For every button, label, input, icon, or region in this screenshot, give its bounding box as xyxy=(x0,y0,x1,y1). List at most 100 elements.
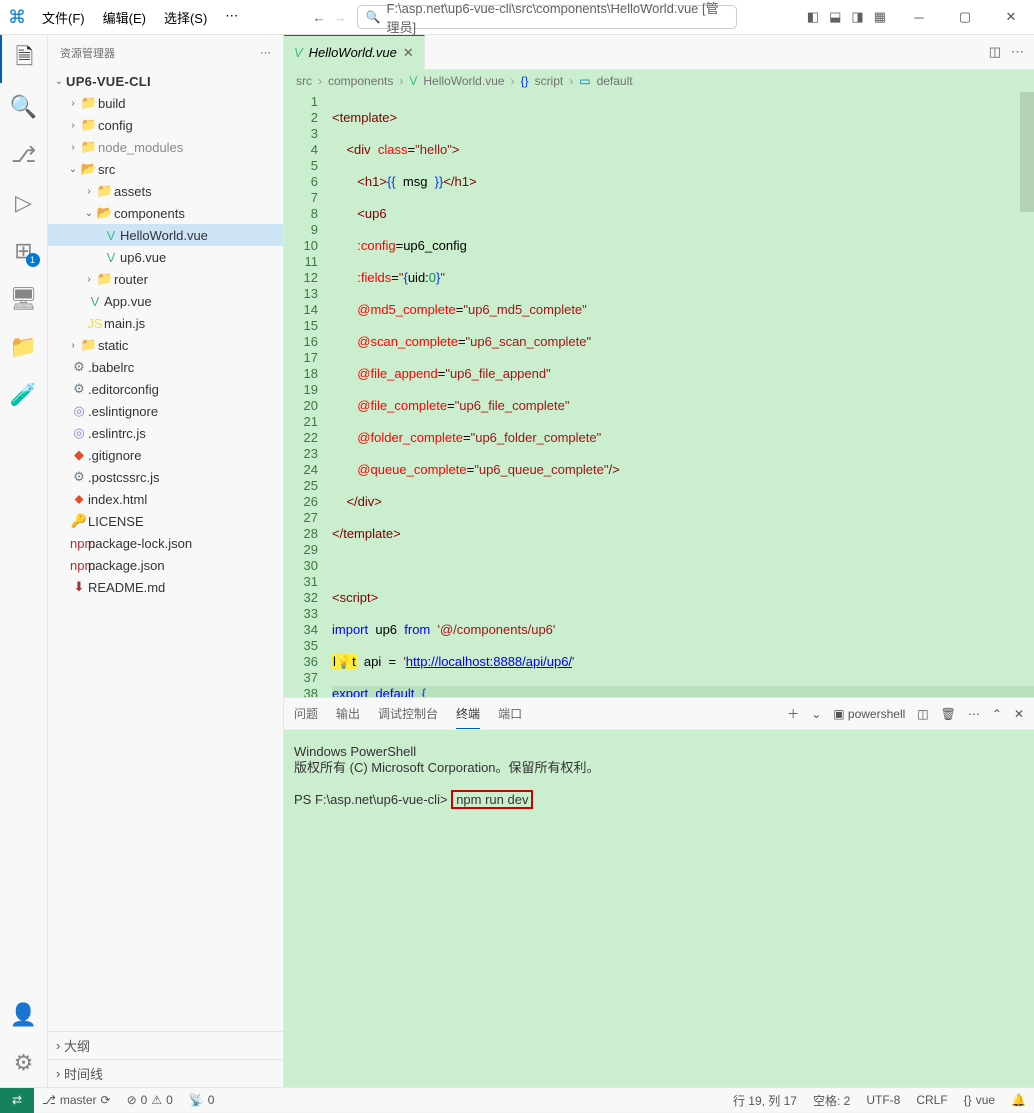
split-terminal-icon[interactable]: ◫ xyxy=(917,707,928,721)
outline-section[interactable]: › 大纲 xyxy=(48,1031,283,1059)
layout-sidebar-left-icon[interactable]: ◧ xyxy=(807,9,819,25)
settings-icon[interactable]: ⚙ xyxy=(0,1039,48,1087)
timeline-section[interactable]: › 时间线 xyxy=(48,1059,283,1087)
file-readme[interactable]: ⬇README.md xyxy=(48,576,283,598)
search-view-icon[interactable]: 🔍 xyxy=(0,83,48,131)
project-root[interactable]: ⌄UP6-VUE-CLI xyxy=(48,70,283,92)
terminal-shell-label[interactable]: ▣ powershell xyxy=(833,707,905,721)
line-numbers: 1234567891011121314151617181920212223242… xyxy=(284,92,328,697)
file-helloworld-vue[interactable]: VHelloWorld.vue xyxy=(48,224,283,246)
layout-panel-icon[interactable]: ⬓ xyxy=(829,9,841,25)
panel-terminal[interactable]: 终端 xyxy=(456,699,480,729)
layout-sidebar-right-icon[interactable]: ◨ xyxy=(851,9,863,25)
folder-static[interactable]: ›📁static xyxy=(48,334,283,356)
file-main-js[interactable]: JSmain.js xyxy=(48,312,283,334)
terminal-dropdown-icon[interactable]: ⌄ xyxy=(811,707,821,721)
search-path: F:\asp.net\up6-vue-cli\src\components\He… xyxy=(387,0,728,36)
menu-file[interactable]: 文件(F) xyxy=(34,4,93,31)
file-up6-vue[interactable]: Vup6.vue xyxy=(48,246,283,268)
folder-config[interactable]: ›📁config xyxy=(48,114,283,136)
term-line: 版权所有 (C) Microsoft Corporation。保留所有权利。 xyxy=(294,760,1024,776)
extensions-icon[interactable]: ⊞1 xyxy=(0,227,48,275)
explorer-icon[interactable]: 🗎 xyxy=(0,35,48,83)
explorer-more-icon[interactable]: ⋯ xyxy=(260,46,271,59)
folder-router[interactable]: ›📁router xyxy=(48,268,283,290)
minimap[interactable] xyxy=(1020,92,1034,212)
panel-output[interactable]: 输出 xyxy=(336,699,360,728)
notifications-icon[interactable]: 🔔 xyxy=(1003,1092,1034,1109)
folder-assets[interactable]: ›📁assets xyxy=(48,180,283,202)
split-editor-icon[interactable]: ◫ xyxy=(989,44,1001,60)
eol[interactable]: CRLF xyxy=(908,1092,955,1109)
kill-terminal-icon[interactable]: 🗑 xyxy=(941,707,956,721)
folder-src[interactable]: ⌄📂src xyxy=(48,158,283,180)
accounts-icon[interactable]: 👤 xyxy=(0,991,48,1039)
code-lines[interactable]: <template> <div class="hello"> <h1>{{ ms… xyxy=(328,92,1034,697)
folder-components[interactable]: ⌄📂components xyxy=(48,202,283,224)
minimize-icon[interactable]: ─ xyxy=(896,0,942,35)
window-controls: ─ ▢ ✕ xyxy=(896,0,1034,35)
folder-build[interactable]: ›📁build xyxy=(48,92,283,114)
remote-icon[interactable]: 🖥 xyxy=(0,275,48,323)
layout-customize-icon[interactable]: ▦ xyxy=(874,9,886,25)
remote-indicator[interactable]: ⇄ xyxy=(0,1088,34,1113)
maximize-icon[interactable]: ▢ xyxy=(942,0,988,35)
ports-status[interactable]: 📡 0 xyxy=(181,1093,223,1107)
panel-ports[interactable]: 端口 xyxy=(498,699,522,728)
nav-back-icon[interactable]: ← xyxy=(313,10,326,25)
panel-maximize-icon[interactable]: ⌃ xyxy=(992,707,1002,721)
panel-close-icon[interactable]: ✕ xyxy=(1014,707,1024,721)
cursor-position[interactable]: 行 19, 列 17 xyxy=(725,1092,805,1109)
indentation[interactable]: 空格: 2 xyxy=(805,1092,858,1109)
menu-edit[interactable]: 编辑(E) xyxy=(95,4,154,31)
search-icon: 🔍 xyxy=(366,10,381,24)
file-babelrc[interactable]: ⚙.babelrc xyxy=(48,356,283,378)
history-nav: ← → xyxy=(307,10,353,25)
editor-tabs: V HelloWorld.vue ✕ ◫ ⋯ xyxy=(284,35,1034,70)
file-gitignore[interactable]: ◆.gitignore xyxy=(48,444,283,466)
panel-more-icon[interactable]: ⋯ xyxy=(968,707,980,721)
menu-more[interactable]: ⋯ xyxy=(217,4,246,31)
encoding[interactable]: UTF-8 xyxy=(858,1092,908,1109)
file-package-lock[interactable]: npmpackage-lock.json xyxy=(48,532,283,554)
panel-debug[interactable]: 调试控制台 xyxy=(378,699,438,728)
menu-select[interactable]: 选择(S) xyxy=(156,4,215,31)
panel-problems[interactable]: 问题 xyxy=(294,699,318,728)
close-icon[interactable]: ✕ xyxy=(988,0,1034,35)
folder-icon[interactable]: 📁 xyxy=(0,323,48,371)
file-editorconfig[interactable]: ⚙.editorconfig xyxy=(48,378,283,400)
testing-icon[interactable]: 🧪 xyxy=(0,371,48,419)
tab-close-icon[interactable]: ✕ xyxy=(403,45,414,61)
breadcrumb[interactable]: src› components› VHelloWorld.vue› {}scri… xyxy=(284,70,1034,92)
file-eslintignore[interactable]: ◎.eslintignore xyxy=(48,400,283,422)
editor-area: V HelloWorld.vue ✕ ◫ ⋯ src› components› … xyxy=(284,35,1034,1087)
debug-icon[interactable]: ▷ xyxy=(0,179,48,227)
folder-node-modules[interactable]: ›📁node_modules xyxy=(48,136,283,158)
tab-more-icon[interactable]: ⋯ xyxy=(1011,44,1024,60)
file-license[interactable]: 🔑LICENSE xyxy=(48,510,283,532)
file-app-vue[interactable]: VApp.vue xyxy=(48,290,283,312)
git-branch[interactable]: ⎇ master ⟳ xyxy=(34,1093,119,1107)
file-index-html[interactable]: ⬥index.html xyxy=(48,488,283,510)
problems-status[interactable]: ⊘0 ⚠0 xyxy=(119,1093,181,1107)
file-tree[interactable]: ⌄UP6-VUE-CLI ›📁build ›📁config ›📁node_mod… xyxy=(48,70,283,1031)
language-mode[interactable]: {} vue xyxy=(956,1092,1003,1109)
new-terminal-icon[interactable]: ＋ xyxy=(787,705,799,722)
panel: 问题 输出 调试控制台 终端 端口 ＋ ⌄ ▣ powershell ◫ 🗑 ⋯… xyxy=(284,697,1034,1087)
command-center[interactable]: 🔍 F:\asp.net\up6-vue-cli\src\components\… xyxy=(357,5,737,29)
file-package[interactable]: npmpackage.json xyxy=(48,554,283,576)
status-bar: ⇄ ⎇ master ⟳ ⊘0 ⚠0 📡 0 行 19, 列 17 空格: 2 … xyxy=(0,1087,1034,1112)
code-editor[interactable]: 1234567891011121314151617181920212223242… xyxy=(284,92,1034,697)
scm-icon[interactable]: ⎇ xyxy=(0,131,48,179)
panel-tabs: 问题 输出 调试控制台 终端 端口 ＋ ⌄ ▣ powershell ◫ 🗑 ⋯… xyxy=(284,698,1034,730)
terminal[interactable]: Windows PowerShell 版权所有 (C) Microsoft Co… xyxy=(284,730,1034,1087)
file-eslintrc[interactable]: ◎.eslintrc.js xyxy=(48,422,283,444)
main-menu: 文件(F) 编辑(E) 选择(S) ⋯ xyxy=(34,4,246,31)
file-postcssrc[interactable]: ⚙.postcssrc.js xyxy=(48,466,283,488)
explorer-header: 资源管理器 ⋯ xyxy=(48,35,283,70)
layout-controls: ◧ ⬓ ◨ ▦ xyxy=(797,9,896,25)
badge-count: 1 xyxy=(26,253,40,267)
sidebar: 资源管理器 ⋯ ⌄UP6-VUE-CLI ›📁build ›📁config ›📁… xyxy=(48,35,284,1087)
tab-helloworld[interactable]: V HelloWorld.vue ✕ xyxy=(284,35,425,69)
nav-forward-icon[interactable]: → xyxy=(334,10,347,25)
